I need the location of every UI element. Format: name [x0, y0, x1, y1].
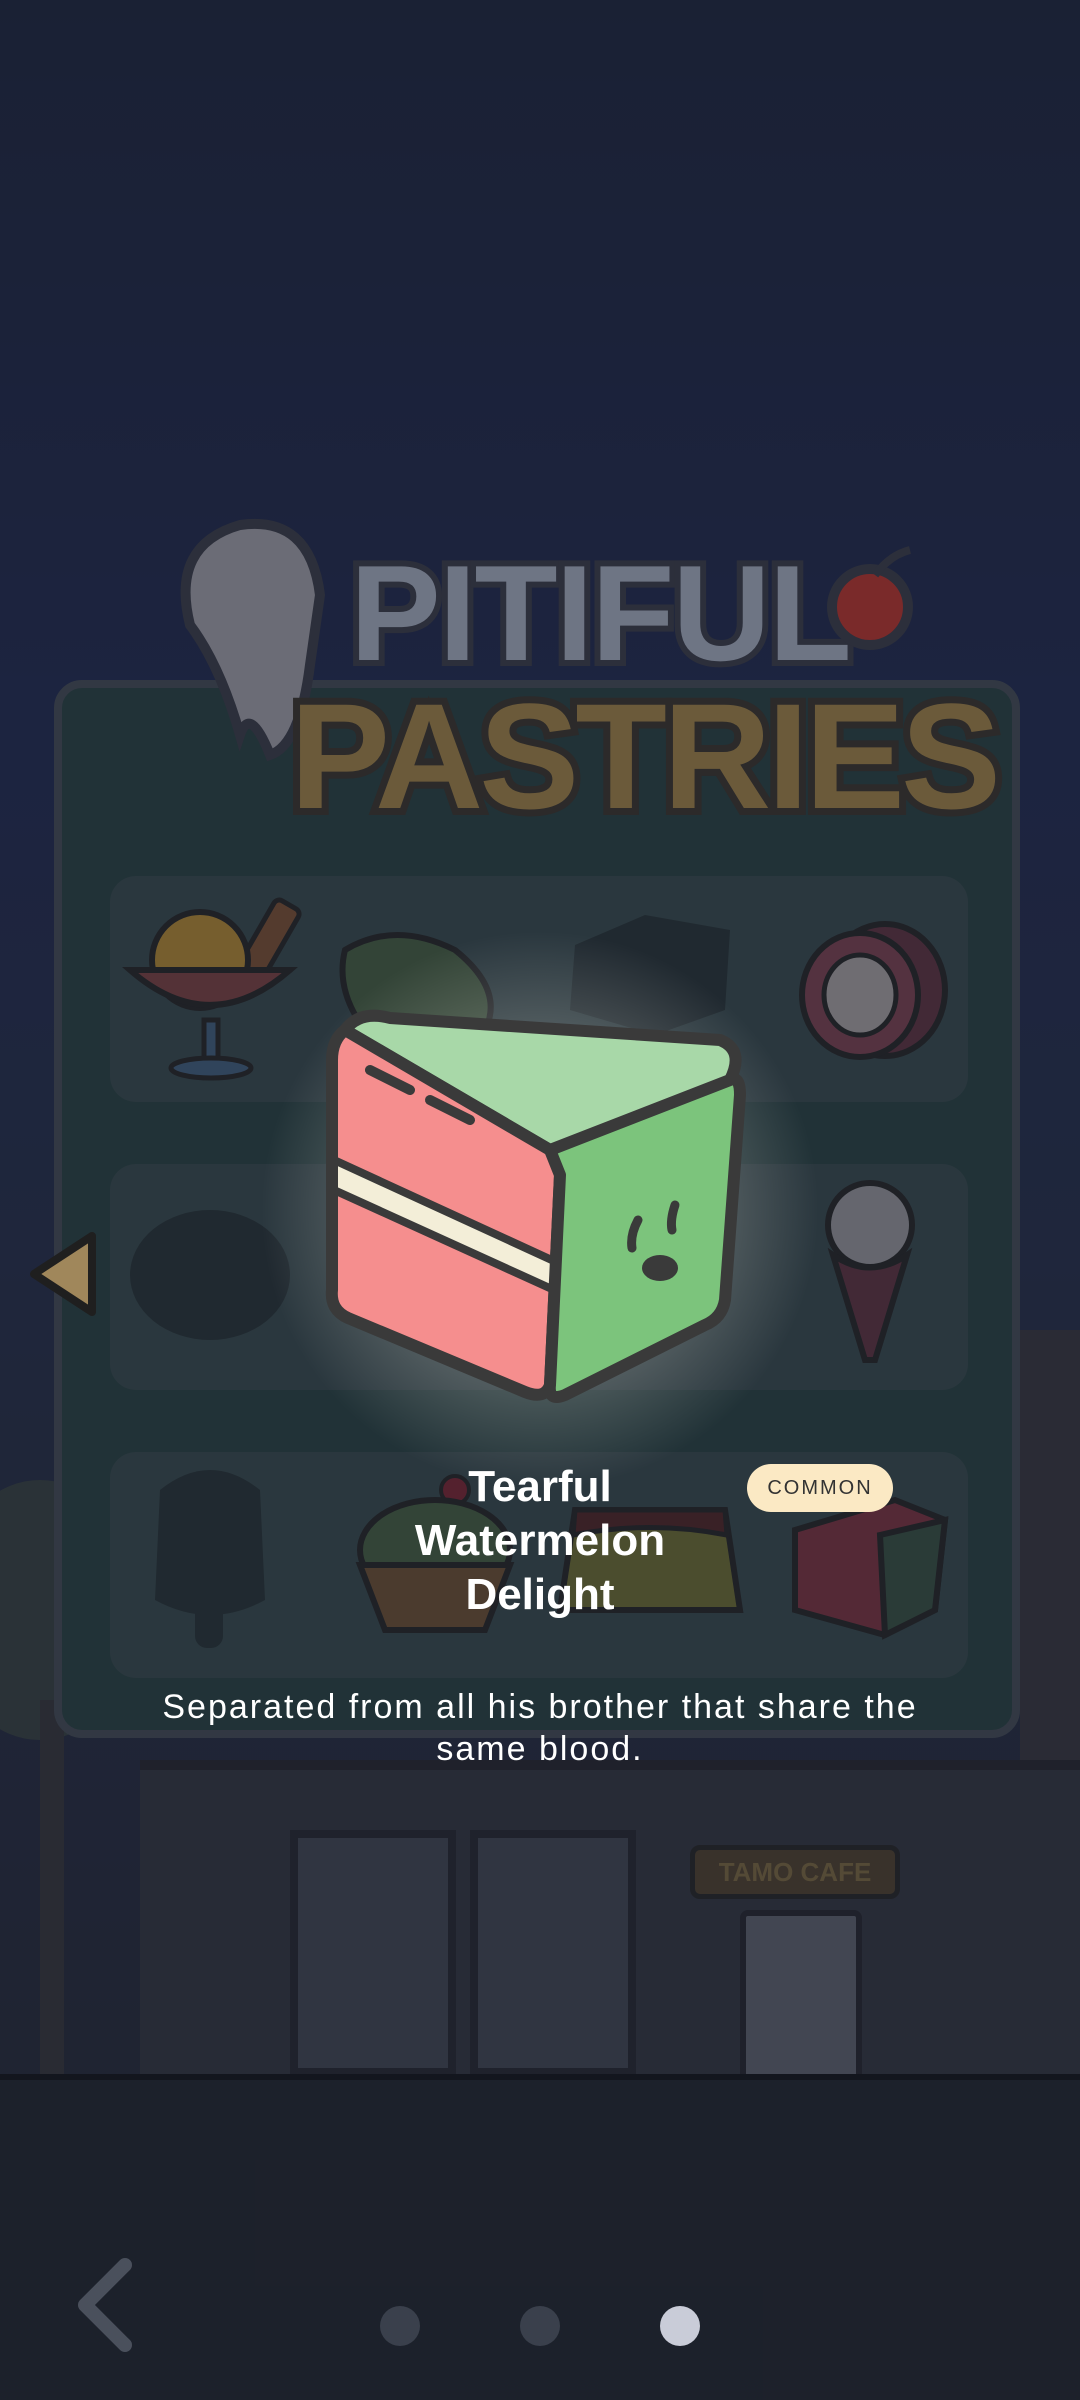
item-name: Tearful Watermelon Delight	[414, 1462, 666, 1619]
pager-dot-active[interactable]	[660, 2306, 700, 2346]
previous-arrow-button[interactable]	[26, 1228, 98, 1320]
watermelon-cake-highlight	[325, 1009, 746, 1403]
cherry-icon	[827, 546, 913, 650]
rarity-badge: COMMON	[747, 1464, 893, 1512]
item-description: Separated from all his brother that shar…	[162, 1688, 918, 1768]
title-pitiful: PITIFUL	[344, 531, 858, 695]
title-pastries: PASTRIES	[283, 665, 1008, 847]
pager-dot[interactable]	[380, 2306, 420, 2346]
back-chevron-icon[interactable]	[70, 2255, 140, 2355]
pager-dot[interactable]	[520, 2306, 560, 2346]
game-title-logo: PITIFUL PASTRIES	[160, 505, 1008, 847]
